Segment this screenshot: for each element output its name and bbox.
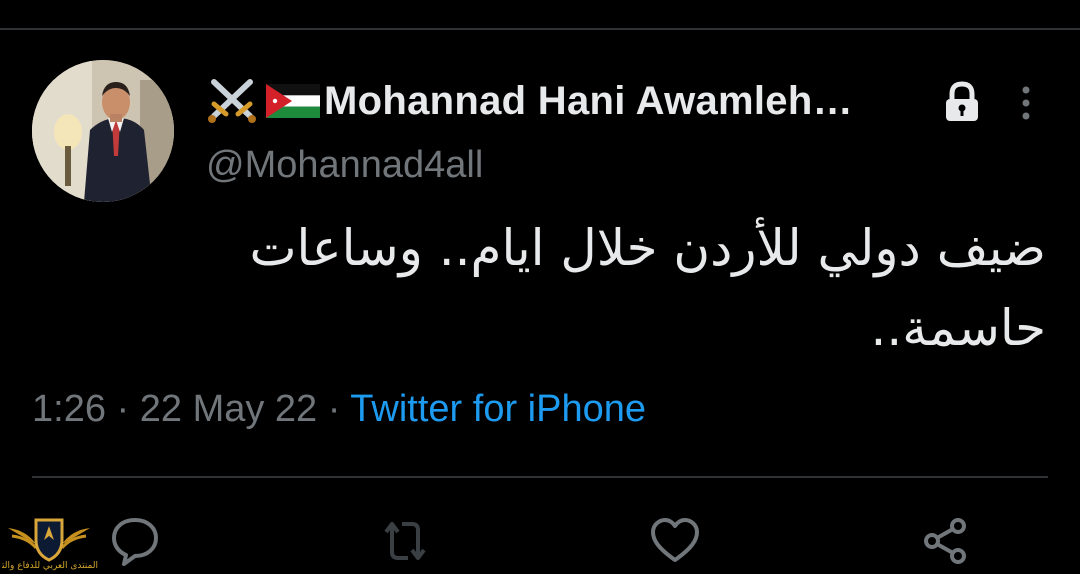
watermark-text: المنتدى العربي للدفاع والتسليح [2,561,98,571]
tweet-date[interactable]: 22 May 22 [140,388,317,430]
user-handle[interactable]: @Mohannad4all [206,144,483,187]
top-divider [0,28,1080,30]
actions-divider [32,476,1048,478]
display-name-row[interactable]: Mohannad Hani Awamleh… [206,76,853,126]
share-icon[interactable] [918,514,972,568]
display-name: Mohannad Hani Awamleh… [324,78,853,123]
avatar[interactable] [32,60,174,202]
tweet-source-link[interactable]: Twitter for iPhone [350,388,646,430]
lock-icon [946,81,978,121]
tweet-detail-screen: Mohannad Hani Awamleh… @Mohannad4all ضيف… [0,0,1080,574]
tweet-text: ضيف دولي للأردن خلال ايام.. وساعات حاسمة… [126,208,1046,368]
jordan-flag-icon [266,84,320,118]
like-icon[interactable] [648,514,702,568]
meta-separator: · [116,388,130,430]
crossed-swords-icon [208,79,256,123]
more-vertical-icon[interactable] [1012,84,1040,122]
tweet-time[interactable]: 1:26 [32,388,106,430]
reply-icon[interactable] [108,514,162,568]
tweet-text-line-2: حاسمة.. [870,299,1046,357]
meta-separator: · [327,388,341,430]
tweet-text-line-1: ضيف دولي للأردن خلال ايام.. وساعات [249,219,1046,277]
tweet-meta: 1:26 · 22 May 22 · Twitter for iPhone [32,388,646,431]
retweet-icon[interactable] [378,514,432,568]
